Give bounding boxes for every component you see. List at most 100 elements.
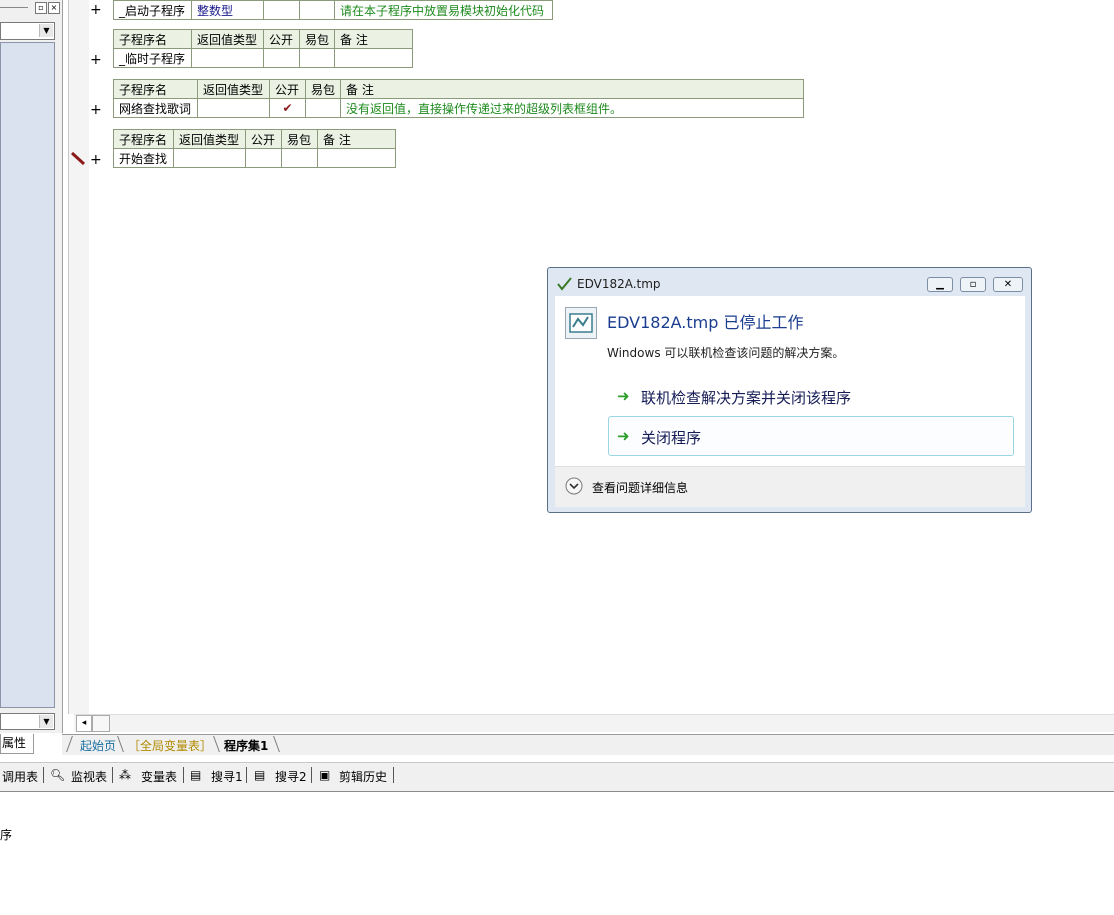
tool-call-table[interactable]: 调用表 bbox=[2, 768, 38, 785]
tool-clip-history[interactable]: 剪辑历史 bbox=[339, 768, 387, 785]
tool-watch-table[interactable]: 监视表 bbox=[71, 768, 107, 785]
table-header: 子程序名 返回值类型 公开 易包 备 注 bbox=[113, 29, 414, 49]
return-type[interactable]: 整数型 bbox=[191, 0, 264, 20]
tab-properties[interactable]: 属性 bbox=[0, 734, 34, 754]
col-note: 备 注 bbox=[334, 29, 414, 49]
tab-global-vars[interactable]: ［全局变量表］ bbox=[128, 737, 212, 754]
check-online-button[interactable]: ➜ 联机检查解决方案并关闭该程序 bbox=[608, 376, 1014, 416]
note-cell[interactable] bbox=[334, 48, 414, 68]
subroutine-name[interactable]: _临时子程序 bbox=[113, 48, 192, 68]
scroll-thumb[interactable] bbox=[92, 715, 110, 732]
arrow-right-icon: ➜ bbox=[617, 387, 630, 405]
toolbar-separator bbox=[311, 767, 312, 783]
toolbar-separator bbox=[43, 767, 44, 783]
toolbar-separator bbox=[246, 767, 247, 783]
component-combo[interactable]: ▼ bbox=[0, 22, 55, 40]
close-program-label: 关闭程序 bbox=[641, 429, 702, 447]
dialog-title: EDV182A.tmp bbox=[577, 277, 661, 291]
subroutine-name[interactable]: 网络查找歌词 bbox=[113, 98, 198, 118]
subroutine-name[interactable]: _启动子程序 bbox=[113, 0, 192, 20]
col-return-type: 返回值类型 bbox=[191, 29, 264, 49]
toolbar-separator bbox=[183, 767, 184, 783]
subroutine-table-3: 子程序名 返回值类型 公开 易包 备 注 网络查找歌词 ✔ 没有返回值，直接操作… bbox=[113, 79, 805, 118]
dialog-message: Windows 可以联机检查该问题的解决方案。 bbox=[607, 346, 845, 360]
public-cell[interactable] bbox=[245, 148, 282, 168]
close-icon[interactable]: × bbox=[48, 2, 60, 14]
tool-var-table[interactable]: 变量表 bbox=[141, 768, 177, 785]
col-public: 公开 bbox=[269, 79, 306, 99]
tab-program-set[interactable]: 程序集1 bbox=[224, 737, 268, 754]
minimize-button[interactable]: ▁ bbox=[927, 277, 953, 292]
package-cell[interactable] bbox=[304, 98, 342, 118]
col-package: 易包 bbox=[304, 79, 342, 99]
dialog-heading: EDV182A.tmp 已停止工作 bbox=[607, 313, 804, 332]
col-return-type: 返回值类型 bbox=[197, 79, 270, 99]
package-cell[interactable] bbox=[281, 148, 318, 168]
arrow-right-icon: ➜ bbox=[617, 427, 630, 445]
subroutine-name[interactable]: 开始查找 bbox=[113, 148, 174, 168]
chevron-down-icon[interactable] bbox=[565, 477, 583, 495]
tool-search1[interactable]: 搜寻1 bbox=[211, 768, 243, 785]
scroll-left-icon[interactable]: ◂ bbox=[76, 715, 92, 732]
public-cell[interactable] bbox=[263, 0, 300, 20]
expand-icon[interactable]: + bbox=[90, 153, 102, 167]
table-header: 子程序名 返回值类型 公开 易包 备 注 bbox=[113, 129, 396, 149]
variables-icon[interactable]: ⁂ bbox=[119, 768, 131, 782]
close-button[interactable]: ✕ bbox=[993, 277, 1023, 292]
table-row: 开始查找 bbox=[113, 148, 396, 168]
col-public: 公开 bbox=[245, 129, 282, 149]
col-note: 备 注 bbox=[340, 79, 805, 99]
output-text: 序 bbox=[0, 828, 13, 842]
package-cell[interactable] bbox=[299, 0, 335, 20]
chevron-down-icon[interactable]: ▼ bbox=[39, 715, 53, 728]
col-public: 公开 bbox=[263, 29, 300, 49]
editor-gutter bbox=[68, 0, 89, 714]
check-online-label: 联机检查解决方案并关闭该程序 bbox=[641, 389, 852, 407]
col-name: 子程序名 bbox=[113, 79, 198, 99]
return-type[interactable] bbox=[197, 98, 270, 118]
note-cell[interactable] bbox=[317, 148, 396, 168]
component-list[interactable] bbox=[0, 42, 55, 708]
table-row: 网络查找歌词 ✔ 没有返回值，直接操作传递过来的超级列表框组件。 bbox=[113, 98, 805, 118]
table-row: _临时子程序 bbox=[113, 48, 414, 68]
public-cell[interactable] bbox=[263, 48, 300, 68]
tool-search2[interactable]: 搜寻2 bbox=[275, 768, 307, 785]
horizontal-scrollbar[interactable] bbox=[74, 714, 1114, 732]
note-cell[interactable]: 请在本子程序中放置易模块初始化代码 bbox=[334, 0, 553, 20]
note-cell[interactable]: 没有返回值，直接操作传递过来的超级列表框组件。 bbox=[340, 98, 805, 118]
maximize-button[interactable]: ▫ bbox=[960, 277, 986, 292]
col-return-type: 返回值类型 bbox=[173, 129, 246, 149]
expand-icon[interactable]: + bbox=[90, 53, 102, 67]
search-icon[interactable]: 🔍︎ bbox=[50, 768, 65, 782]
details-toggle[interactable]: 查看问题详细信息 bbox=[592, 479, 688, 496]
toolbar-separator bbox=[112, 767, 113, 783]
subroutine-table-1: _启动子程序 整数型 请在本子程序中放置易模块初始化代码 bbox=[113, 0, 553, 20]
property-combo[interactable]: ▼ bbox=[0, 713, 55, 730]
col-package: 易包 bbox=[281, 129, 318, 149]
tab-start-page[interactable]: 起始页 bbox=[80, 737, 116, 754]
return-type[interactable] bbox=[191, 48, 264, 68]
panel-divider bbox=[0, 7, 28, 8]
clipboard-icon[interactable]: ▣ bbox=[319, 768, 330, 782]
col-name: 子程序名 bbox=[113, 129, 174, 149]
public-checkmark-icon[interactable]: ✔ bbox=[269, 98, 306, 118]
expand-icon[interactable]: + bbox=[90, 3, 102, 17]
col-note: 备 注 bbox=[317, 129, 396, 149]
col-package: 易包 bbox=[298, 29, 336, 49]
expand-icon[interactable]: + bbox=[90, 103, 102, 117]
subroutine-table-2: 子程序名 返回值类型 公开 易包 备 注 _临时子程序 bbox=[113, 29, 414, 68]
package-cell[interactable] bbox=[298, 48, 336, 68]
table-header: 子程序名 返回值类型 公开 易包 备 注 bbox=[113, 79, 805, 99]
breakpoint-pen-icon bbox=[70, 151, 86, 166]
app-icon bbox=[557, 277, 572, 291]
return-type[interactable] bbox=[173, 148, 246, 168]
table-row: _启动子程序 整数型 请在本子程序中放置易模块初始化代码 bbox=[113, 0, 553, 20]
search-list-icon[interactable]: ▤ bbox=[190, 768, 201, 782]
close-program-button[interactable]: ➜ 关闭程序 bbox=[608, 416, 1014, 456]
restore-icon[interactable]: ▫ bbox=[35, 2, 47, 14]
search-list-icon[interactable]: ▤ bbox=[254, 768, 265, 782]
program-icon bbox=[565, 307, 597, 339]
chevron-down-icon[interactable]: ▼ bbox=[39, 24, 53, 37]
col-name: 子程序名 bbox=[113, 29, 192, 49]
subroutine-table-4: 子程序名 返回值类型 公开 易包 备 注 开始查找 bbox=[113, 129, 396, 168]
